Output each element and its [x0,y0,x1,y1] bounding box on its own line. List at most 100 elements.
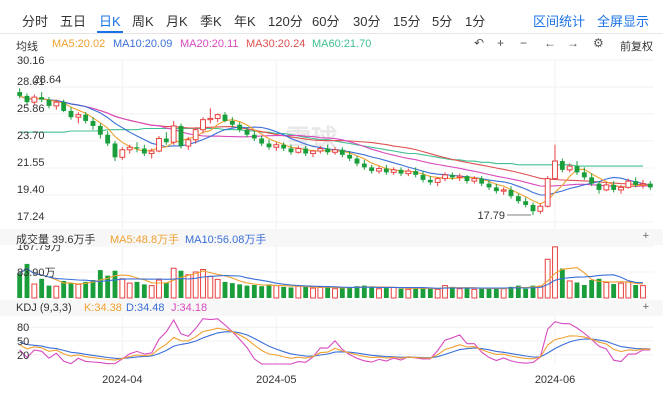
tab-zhouk[interactable]: 周K [132,11,154,30]
candle-body [229,120,235,125]
candle-body [420,174,426,180]
volume-bar [589,280,595,298]
volume-bar [390,286,397,299]
range-stats-link[interactable]: 区间统计 [533,11,585,30]
candle-body [141,148,147,154]
candle-body [53,101,60,107]
volume-bar [339,288,345,298]
ma10-value: MA10:20.09 [113,38,173,50]
volume-bar [126,282,133,299]
volume-bar [603,282,610,299]
candle-body [449,174,455,178]
add-indicator-icon[interactable]: + [643,230,649,242]
candle-body [39,97,45,100]
candle-body [537,205,544,212]
volume-bar [68,283,74,298]
candle-body [486,183,492,188]
volume-bar [303,286,309,298]
volume-bar [207,275,214,299]
kline-chart[interactable]: 雪球 30.1628.0125.8623.7021.5519.4017.2416… [0,0,663,408]
tab-60fen[interactable]: 60分 [312,11,339,30]
settings-icon[interactable]: ⚙ [593,36,604,50]
volume-bar [427,288,433,298]
volume-bar [134,281,140,298]
volume-bar [273,285,280,299]
tab-fenshi[interactable]: 分时 [22,11,48,30]
kdj-j-value: J:34.18 [171,302,208,314]
volume-bar [479,288,485,298]
min-price-label: 17.79 [477,210,505,222]
volume-bar [200,268,206,299]
candle-body [251,134,257,139]
candle-body [581,172,587,178]
fuquan-toggle[interactable]: 前复权 [620,38,653,54]
candle-body [90,120,96,126]
candle-body [148,150,155,155]
volume-bar [39,278,45,298]
volume-bar [434,288,441,299]
candle-body [493,187,499,192]
volume-title: 成交量 39.6万手 [16,234,96,246]
plus-icon[interactable]: + [497,36,504,50]
candle-body [413,171,419,175]
volume-bar [347,287,353,298]
candles [17,88,653,215]
volume-bar [574,282,580,298]
ma60-value: MA60:21.70 [312,38,372,50]
undo-icon[interactable]: ↶ [474,36,484,50]
volume-bar [523,288,529,298]
price-tick-label: 17.24 [17,211,45,223]
max-price-label: 28.64 [34,74,62,86]
volume-bar [295,285,302,299]
ma-title: 均线 [16,41,38,53]
tab-wuri[interactable]: 五日 [60,11,86,30]
price-tick-label: 19.40 [17,184,45,196]
arrow-right-icon[interactable]: → [567,36,579,50]
tab-30fen[interactable]: 30分 [353,11,380,30]
candle-body [17,92,23,96]
candle-body [112,143,118,158]
ma-legend-bar: 均线 MA5:20.02 MA10:20.09 MA20:20.11 MA30:… [0,34,663,54]
price-tick-label: 25.86 [17,103,45,115]
candle-body [266,143,272,148]
candle-body [24,95,30,103]
add-kdj-indicator-icon[interactable]: + [643,301,649,313]
candle-body [398,169,404,174]
candle-body [530,204,536,212]
candle-body [354,158,360,164]
tab-niank[interactable]: 年K [234,11,256,30]
ma30-value: MA30:20.24 [246,38,306,50]
candle-body [427,179,433,183]
kdj-title: KDJ (9,3,3) [16,302,72,314]
fullscreen-link[interactable]: 全屏显示 [597,11,649,30]
kdj-d-value: D:34.48 [126,302,165,314]
candle-body [559,161,565,170]
volume-bar [398,288,404,298]
volume-bar [266,284,272,298]
arrow-left-icon[interactable]: ← [544,36,556,50]
tab-yuek[interactable]: 月K [166,11,188,30]
volume-ma10: MA10:56.08万手 [185,234,267,246]
candle-body [523,201,529,205]
tab-5fen[interactable]: 5分 [432,11,452,30]
volume-bar [170,267,177,299]
volume-tick-label: 83.90万 [17,267,56,279]
tab-15fen[interactable]: 15分 [393,11,420,30]
candle-body [369,167,375,172]
candle-body [332,149,338,153]
tab-1fen[interactable]: 1分 [465,11,485,30]
candle-body [508,189,514,197]
kdj-k-line [19,327,651,361]
tab-rik[interactable]: 日K [99,11,121,30]
tab-120fen[interactable]: 120分 [268,11,303,30]
volume-bar [369,286,375,298]
candle-body [156,137,162,152]
minus-icon[interactable]: − [520,36,527,50]
candle-body [105,134,111,144]
candle-body [339,149,345,155]
volume-bar [214,278,221,299]
candle-body [464,176,470,182]
volume-bar [148,285,155,299]
candle-body [244,129,250,135]
tab-jik[interactable]: 季K [200,11,222,30]
